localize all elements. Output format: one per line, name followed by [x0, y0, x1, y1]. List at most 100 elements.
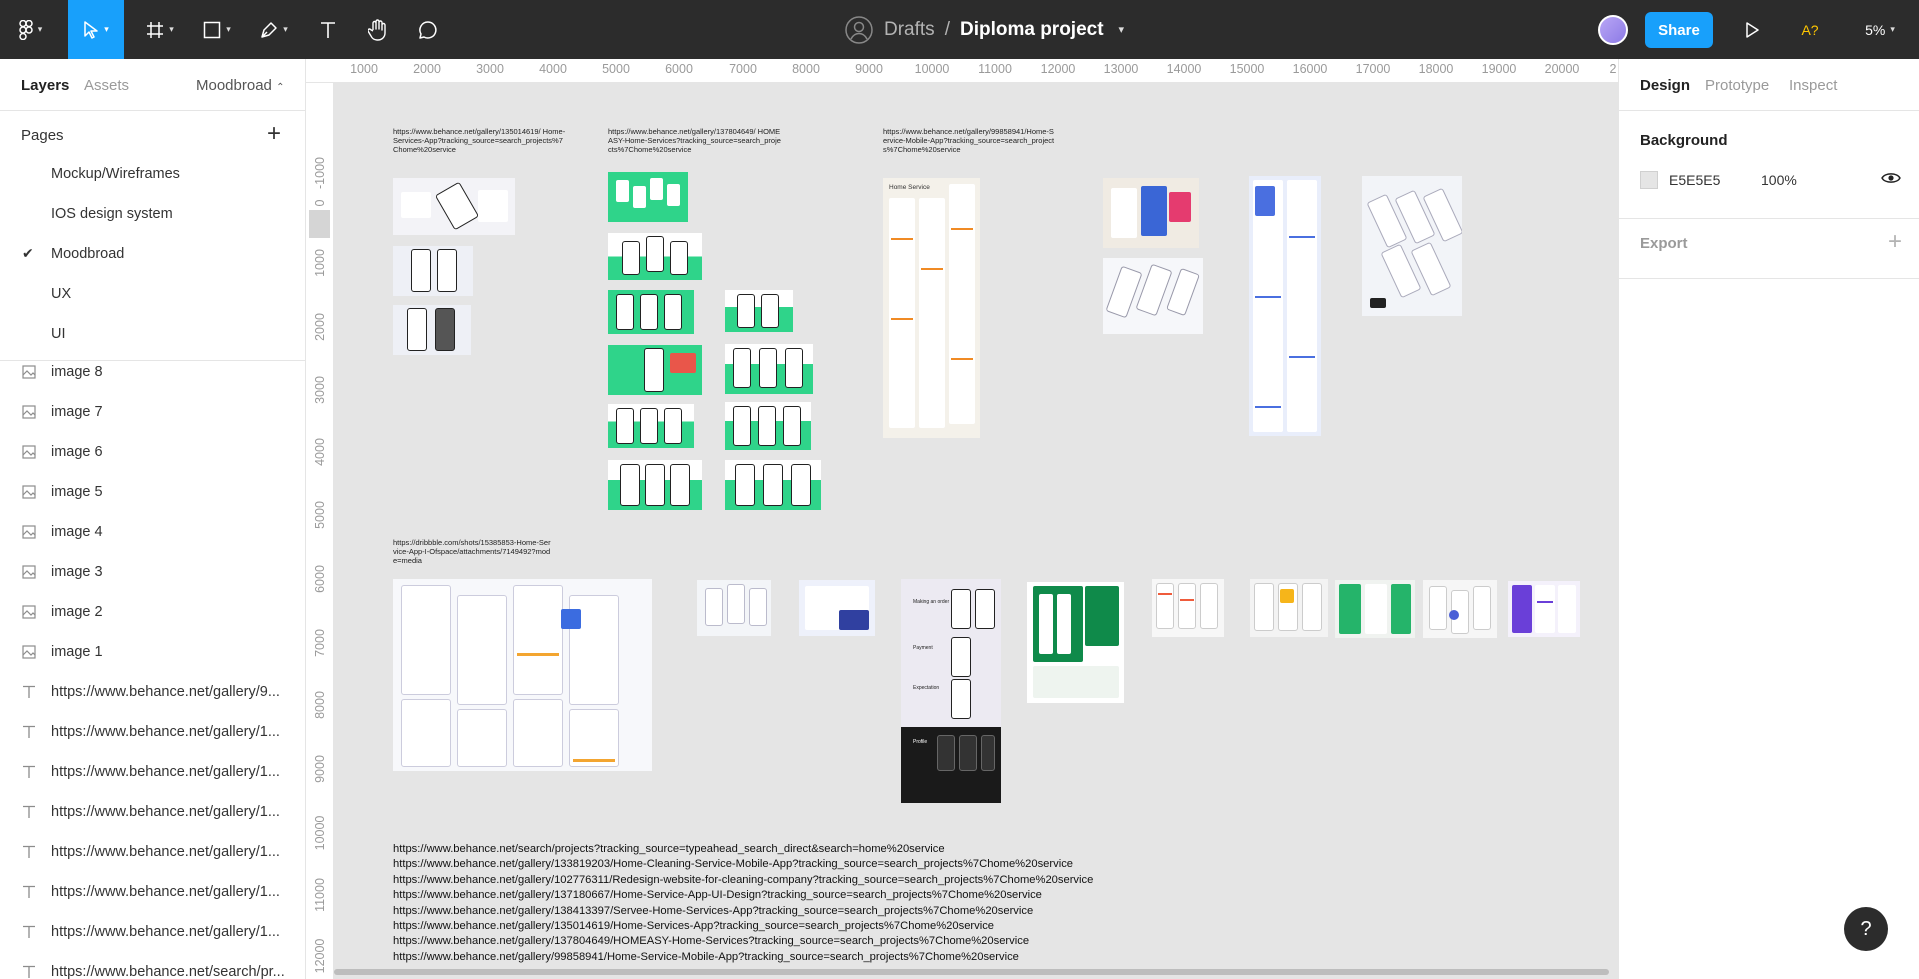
image-frame[interactable] [725, 344, 813, 394]
text-tool[interactable] [312, 0, 344, 59]
reference-link[interactable]: https://www.behance.net/gallery/13718066… [393, 888, 1093, 903]
shape-tool[interactable]: ▾ [195, 0, 239, 59]
layer-item[interactable]: image 4 [0, 512, 305, 552]
reference-link[interactable]: https://www.behance.net/gallery/99858941… [393, 950, 1093, 965]
reference-link[interactable]: https://www.behance.net/gallery/10277631… [393, 873, 1093, 888]
phone-mockup [616, 408, 634, 444]
accessibility-button[interactable]: A? [1795, 0, 1825, 59]
layer-item[interactable]: https://www.behance.net/gallery/1... [0, 832, 305, 872]
horizontal-scrollbar[interactable] [334, 969, 1609, 975]
frame-tool[interactable]: ▾ [138, 0, 182, 59]
layer-item[interactable]: https://www.behance.net/gallery/1... [0, 752, 305, 792]
page-item-moodbroad[interactable]: Moodbroad [51, 246, 124, 262]
reference-link[interactable]: https://www.behance.net/gallery/13841339… [393, 904, 1093, 919]
layer-item[interactable]: https://www.behance.net/gallery/1... [0, 872, 305, 912]
add-export-icon[interactable]: + [1888, 230, 1902, 254]
tab-assets[interactable]: Assets [84, 77, 129, 94]
tab-inspect[interactable]: Inspect [1789, 77, 1837, 94]
layer-item[interactable]: https://www.behance.net/gallery/9... [0, 672, 305, 712]
annotation-text[interactable]: https://www.behance.net/gallery/99858941… [883, 127, 1058, 154]
image-frame[interactable] [725, 460, 821, 510]
background-hex-input[interactable]: E5E5E5 [1669, 172, 1720, 188]
project-name[interactable]: Diploma project [960, 19, 1104, 41]
image-frame[interactable] [608, 290, 694, 334]
move-tool[interactable]: ▾ [68, 0, 124, 59]
image-frame[interactable] [608, 404, 694, 448]
image-frame[interactable] [1508, 581, 1580, 637]
image-thumb [1111, 188, 1137, 238]
hand-tool[interactable] [362, 0, 394, 59]
image-frame[interactable] [1152, 579, 1224, 637]
drafts-link[interactable]: Drafts [884, 19, 935, 41]
layer-item[interactable]: image 7 [0, 392, 305, 432]
image-frame[interactable] [725, 402, 811, 450]
image-frame[interactable] [1103, 258, 1203, 334]
background-opacity-input[interactable]: 100% [1761, 172, 1797, 188]
image-frame[interactable] [393, 305, 471, 355]
tab-design[interactable]: Design [1640, 77, 1690, 94]
annotation-text[interactable]: https://www.behance.net/gallery/13780464… [608, 127, 783, 154]
chevron-down-icon[interactable]: ▾ [1119, 23, 1125, 36]
user-avatar[interactable] [1596, 0, 1630, 59]
image-frame[interactable]: Making an order Payment Expectation Prof… [901, 579, 1001, 803]
layer-item[interactable]: image 3 [0, 552, 305, 592]
image-frame[interactable] [393, 579, 652, 771]
image-frame[interactable] [799, 580, 875, 636]
page-item-ui[interactable]: UI [51, 326, 66, 342]
image-frame[interactable] [608, 345, 702, 395]
reference-links[interactable]: https://www.behance.net/search/projects?… [393, 842, 1093, 965]
layer-item[interactable]: image 6 [0, 432, 305, 472]
image-frame[interactable] [697, 580, 771, 636]
image-frame[interactable] [1103, 178, 1199, 248]
image-frame[interactable] [608, 233, 702, 280]
main-menu-button[interactable]: ▾ [8, 0, 53, 59]
image-frame[interactable] [608, 460, 702, 510]
image-frame[interactable] [1249, 176, 1321, 436]
canvas[interactable]: 1000 2000 3000 4000 5000 6000 7000 8000 … [306, 59, 1618, 979]
image-frame[interactable]: Home Service [883, 178, 980, 438]
layer-item[interactable]: https://www.behance.net/gallery/1... [0, 912, 305, 952]
reference-link[interactable]: https://www.behance.net/gallery/13381920… [393, 857, 1093, 872]
layer-item[interactable]: https://www.behance.net/gallery/1... [0, 712, 305, 752]
share-button[interactable]: Share [1645, 12, 1713, 48]
layer-item[interactable]: image 2 [0, 592, 305, 632]
help-button[interactable]: ? [1844, 907, 1888, 951]
image-icon [22, 365, 42, 379]
image-thumb [561, 609, 581, 629]
screen-column [889, 198, 915, 428]
image-frame[interactable] [725, 290, 793, 332]
tab-layers[interactable]: Layers [21, 77, 69, 94]
image-frame[interactable] [1335, 580, 1415, 638]
page-item-ux[interactable]: UX [51, 286, 71, 302]
page-item-mockup-wireframes[interactable]: Mockup/Wireframes [51, 166, 180, 182]
layer-item[interactable]: image 8 [0, 352, 305, 392]
tab-prototype[interactable]: Prototype [1705, 77, 1769, 94]
background-swatch[interactable] [1640, 171, 1658, 189]
image-frame[interactable] [393, 178, 515, 235]
reference-link[interactable]: https://www.behance.net/gallery/13501461… [393, 919, 1093, 934]
image-frame[interactable] [1423, 580, 1497, 638]
reference-link[interactable]: https://www.behance.net/search/projects?… [393, 842, 1093, 857]
visibility-toggle[interactable] [1881, 171, 1901, 190]
pen-tool[interactable]: ▾ [252, 0, 296, 59]
image-frame[interactable] [608, 172, 688, 222]
file-title[interactable]: Drafts / Diploma project ▾ [844, 0, 1124, 59]
image-frame[interactable] [1027, 582, 1124, 703]
page-selector[interactable]: Moodbroad ⌃ [196, 77, 284, 94]
annotation-text[interactable]: https://www.behance.net/gallery/13501461… [393, 127, 568, 154]
add-page-icon[interactable]: + [267, 122, 281, 146]
present-button[interactable] [1737, 0, 1767, 59]
layer-item[interactable]: https://www.behance.net/search/pr... [0, 952, 305, 979]
reference-link[interactable]: https://www.behance.net/gallery/13780464… [393, 934, 1093, 949]
zoom-menu[interactable]: 5% ▾ [1855, 0, 1905, 59]
annotation-text[interactable]: https://dribbble.com/shots/15385853-Home… [393, 538, 553, 565]
layer-item[interactable]: image 5 [0, 472, 305, 512]
comment-tool[interactable] [412, 0, 444, 59]
page-item-ios-design-system[interactable]: IOS design system [51, 206, 173, 222]
image-frame[interactable] [393, 246, 473, 296]
layer-item[interactable]: https://www.behance.net/gallery/1... [0, 792, 305, 832]
phone-mockup [437, 249, 457, 292]
layer-item[interactable]: image 1 [0, 632, 305, 672]
image-frame[interactable] [1362, 176, 1462, 316]
image-frame[interactable] [1250, 579, 1328, 637]
